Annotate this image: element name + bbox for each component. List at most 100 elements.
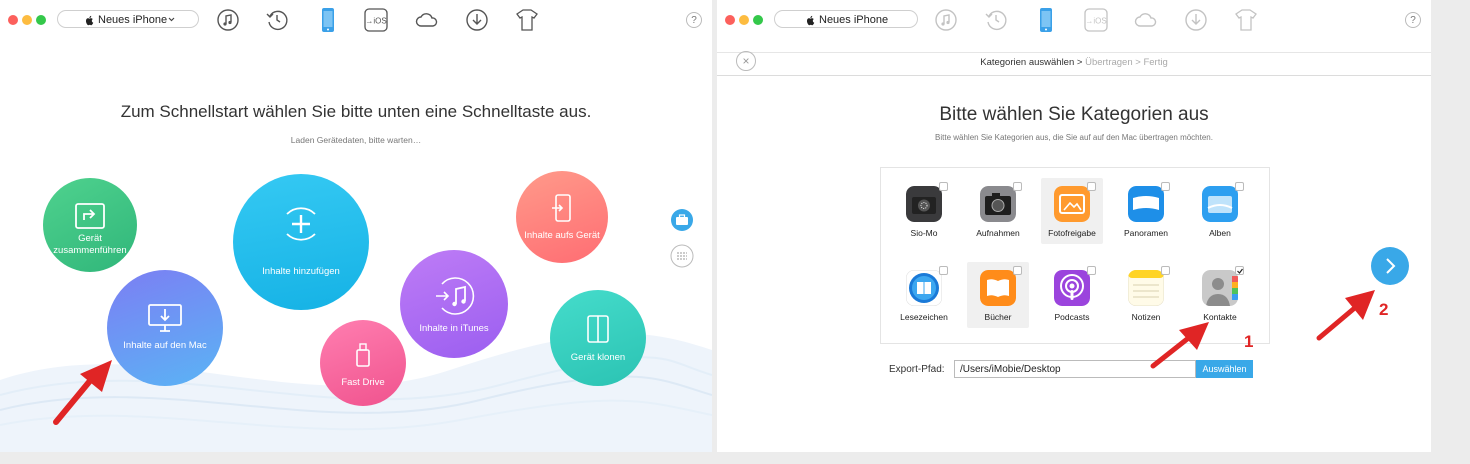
iphone-icon[interactable]: [315, 7, 341, 33]
category-checkbox[interactable]: [1235, 182, 1244, 191]
category-label: Bücher: [984, 312, 1012, 322]
ringtone-icon[interactable]: [514, 7, 540, 33]
right-window: Neues iPhone →iOS ? × Kategorien auswähl…: [717, 0, 1431, 452]
category-label: Fotofreigabe: [1048, 228, 1096, 238]
add-content-bubble[interactable]: Inhalte hinzufügen: [233, 174, 369, 310]
category-podcasts[interactable]: Podcasts: [1041, 262, 1103, 328]
category-alben[interactable]: Alben: [1189, 178, 1251, 244]
content-to-itunes-bubble[interactable]: Inhalte in iTunes: [400, 250, 508, 358]
panorama-icon: [1128, 186, 1164, 222]
time-machine-icon[interactable]: [264, 7, 290, 33]
category-label: Aufnahmen: [976, 228, 1020, 238]
add-icon: [286, 207, 316, 241]
category-checkbox[interactable]: [1161, 182, 1170, 191]
category-checkbox[interactable]: [1161, 266, 1170, 275]
device-import-icon: [552, 194, 571, 222]
minimize-window-button[interactable]: [739, 15, 749, 25]
iphone-icon[interactable]: [1033, 7, 1059, 33]
zoom-window-button[interactable]: [753, 15, 763, 25]
category-checkbox[interactable]: [1087, 182, 1096, 191]
content-to-mac-bubble[interactable]: Inhalte auf den Mac: [107, 270, 223, 386]
step-separator: >: [1135, 57, 1141, 68]
add-content-label: Inhalte hinzufügen: [262, 266, 340, 277]
clone-device-bubble[interactable]: Gerät klonen: [550, 290, 646, 386]
ios-update-icon[interactable]: →iOS: [1083, 7, 1109, 33]
zoom-window-button[interactable]: [36, 15, 46, 25]
close-window-button[interactable]: [8, 15, 18, 25]
merge-device-icon: [75, 203, 105, 229]
device-name: Neues iPhone: [98, 14, 168, 26]
chevron-down-icon: [168, 17, 175, 22]
bookmark-icon: [906, 270, 942, 306]
checkmark-icon: [1237, 268, 1243, 274]
ios-update-icon[interactable]: →iOS: [363, 7, 389, 33]
page-title: Zum Schnellstart wählen Sie bitte unten …: [120, 102, 592, 121]
content-to-mac-label: Inhalte auf den Mac: [123, 340, 207, 351]
step-marker-2: 2: [1379, 300, 1389, 319]
category-checkbox[interactable]: [939, 266, 948, 275]
category-lesezeichen[interactable]: Lesezeichen: [893, 262, 955, 328]
category-buecher[interactable]: Bücher: [967, 262, 1029, 328]
svg-text:→iOS: →iOS: [1085, 17, 1106, 26]
help-button[interactable]: ?: [1405, 12, 1421, 28]
category-checkbox[interactable]: [1087, 266, 1096, 275]
music-library-icon[interactable]: [215, 7, 241, 33]
category-panoramen[interactable]: Panoramen: [1115, 178, 1177, 244]
podcast-icon: [1054, 270, 1090, 306]
icloud-icon[interactable]: [1133, 7, 1159, 33]
apple-icon: [85, 15, 94, 26]
category-label: Sio-Mo: [910, 228, 938, 238]
usb-drive-icon: [356, 343, 370, 367]
music-library-icon[interactable]: [933, 7, 959, 33]
category-slo-mo[interactable]: Sio-Mo: [893, 178, 955, 244]
category-checkbox[interactable]: [1013, 266, 1022, 275]
itunes-note-icon: [436, 277, 475, 315]
mac-monitor-icon: [148, 304, 182, 332]
merge-device-bubble[interactable]: Gerät zusammenführen: [43, 178, 137, 272]
content-to-device-bubble[interactable]: Inhalte aufs Gerät: [516, 171, 608, 263]
device-selector[interactable]: Neues iPhone: [57, 10, 199, 28]
red-arrow-icon: [53, 360, 112, 425]
icloud-icon[interactable]: [414, 7, 440, 33]
clone-device-label: Gerät klonen: [570, 352, 626, 363]
fast-drive-bubble[interactable]: Fast Drive: [320, 320, 406, 406]
next-button[interactable]: [1370, 246, 1410, 286]
category-checkbox-checked[interactable]: [1235, 266, 1244, 275]
device-selector[interactable]: Neues iPhone: [774, 10, 918, 28]
category-view-button[interactable]: [670, 244, 694, 268]
time-machine-icon[interactable]: [983, 7, 1009, 33]
breadcrumb: Kategorien auswählen > Übertragen > Fert…: [717, 57, 1431, 68]
red-arrow-icon: [1150, 322, 1209, 369]
category-checkbox[interactable]: [939, 182, 948, 191]
category-label: Alben: [1209, 228, 1231, 238]
step-current: Kategorien auswählen: [980, 57, 1075, 68]
help-button[interactable]: ?: [686, 12, 702, 28]
step-marker-1: 1: [1244, 332, 1254, 351]
content-to-itunes-label: Inhalte in iTunes: [419, 323, 489, 334]
step-done: Fertig: [1143, 57, 1168, 68]
camera-icon: [980, 186, 1016, 222]
fast-drive-label: Fast Drive: [341, 377, 385, 388]
download-icon[interactable]: [1183, 7, 1209, 33]
contacts-icon: [1202, 270, 1238, 306]
category-aufnahmen[interactable]: Aufnahmen: [967, 178, 1029, 244]
close-window-button[interactable]: [725, 15, 735, 25]
apple-icon: [806, 15, 815, 26]
toolbox-view-button[interactable]: [670, 208, 694, 232]
minimize-window-button[interactable]: [22, 15, 32, 25]
page-title: Bitte wählen Sie Kategorien aus: [939, 104, 1209, 125]
ringtone-icon[interactable]: [1233, 7, 1259, 33]
toolbar: Neues iPhone →iOS ?: [0, 0, 712, 40]
category-checkbox[interactable]: [1013, 182, 1022, 191]
photo-sharing-icon: [1054, 186, 1090, 222]
loading-status: Laden Gerätedaten, bitte warten…: [290, 135, 422, 145]
category-fotofreigabe[interactable]: Fotofreigabe: [1041, 178, 1103, 244]
merge-device-label: Gerät zusammenführen: [53, 233, 127, 256]
books-icon: [980, 270, 1016, 306]
step-transfer: Übertragen: [1085, 57, 1133, 68]
svg-text:→iOS: →iOS: [365, 17, 386, 26]
download-icon[interactable]: [464, 7, 490, 33]
step-separator: >: [1076, 57, 1083, 68]
album-icon: [1202, 186, 1238, 222]
device-name: Neues iPhone: [819, 14, 889, 26]
